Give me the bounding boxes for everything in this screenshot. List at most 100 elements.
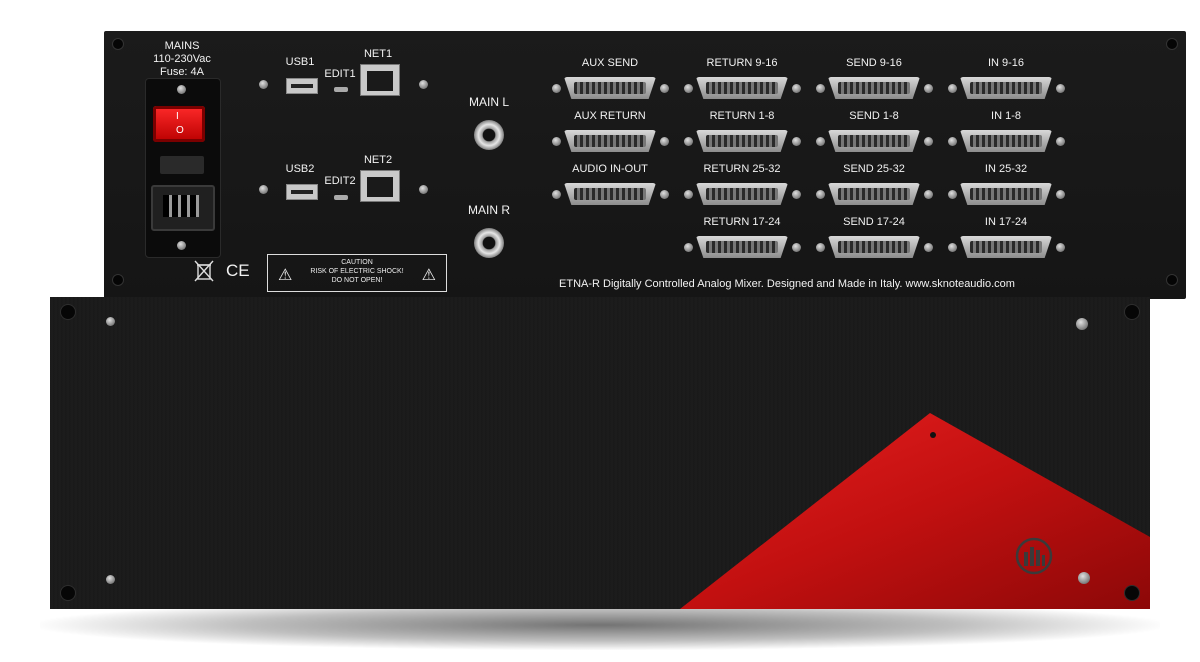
connector-label: IN 9-16	[987, 57, 1025, 69]
connector-label: SEND 9-16	[846, 57, 902, 69]
screw	[948, 84, 957, 93]
dsub-connector	[828, 236, 920, 258]
screw	[660, 190, 669, 199]
connector-label: AUX SEND	[581, 57, 639, 69]
power-switch[interactable]: I O	[153, 106, 205, 142]
dsub-connector	[696, 183, 788, 205]
main-l-jack	[474, 120, 504, 150]
screw	[419, 185, 428, 194]
edit1-label: EDIT1	[324, 68, 356, 80]
front-rack-hole	[60, 585, 76, 601]
connector-label: RETURN 1-8	[709, 110, 775, 122]
screw	[924, 84, 933, 93]
screw	[816, 243, 825, 252]
net2-label: NET2	[363, 154, 393, 166]
screw	[259, 185, 268, 194]
connector-label: IN 25-32	[984, 163, 1028, 175]
front-rack-hole	[60, 304, 76, 320]
screw	[684, 84, 693, 93]
screw	[1078, 572, 1090, 584]
connector-label: IN 1-8	[991, 110, 1021, 122]
connector-label: SEND 25-32	[843, 163, 905, 175]
rack-hole	[112, 38, 124, 50]
screw	[1076, 318, 1088, 330]
screw	[816, 190, 825, 199]
edit2-label: EDIT2	[324, 175, 356, 187]
dsub-connector	[828, 183, 920, 205]
screw	[552, 190, 561, 199]
front-rack-hole	[1124, 304, 1140, 320]
usb2-label: USB2	[285, 163, 315, 175]
screw	[924, 137, 933, 146]
dsub-connector	[564, 183, 656, 205]
dsub-connector	[696, 77, 788, 99]
sknote-logo-icon	[1014, 536, 1054, 576]
front-panel	[50, 297, 1150, 609]
connector-label: SEND 17-24	[843, 216, 905, 228]
rack-hole	[1166, 38, 1178, 50]
rack-hole	[112, 274, 124, 286]
net1-port	[360, 64, 400, 96]
main-r-label: MAIN R	[468, 203, 510, 217]
screw	[792, 84, 801, 93]
weee-bin-icon	[193, 259, 215, 283]
screw	[660, 84, 669, 93]
screw	[792, 190, 801, 199]
screw	[660, 137, 669, 146]
footer-text: ETNA-R Digitally Controlled Analog Mixer…	[559, 278, 1015, 290]
screw	[552, 137, 561, 146]
screw	[177, 241, 186, 250]
fuse-holder	[160, 156, 204, 174]
connector-label: AUX RETURN	[574, 110, 646, 122]
iec-power-inlet	[151, 185, 215, 231]
dsub-connector	[828, 130, 920, 152]
screw	[792, 243, 801, 252]
dsub-connector	[960, 77, 1052, 99]
screw	[924, 190, 933, 199]
screw	[924, 243, 933, 252]
dsub-connector	[960, 183, 1052, 205]
dsub-connector	[564, 130, 656, 152]
edit1-port	[334, 87, 348, 92]
main-r-jack	[474, 228, 504, 258]
usb1-label: USB1	[285, 56, 315, 68]
screw	[948, 190, 957, 199]
connector-label: SEND 1-8	[849, 110, 899, 122]
main-l-label: MAIN L	[468, 95, 510, 109]
screw	[552, 84, 561, 93]
screw	[1056, 84, 1065, 93]
screw	[259, 80, 268, 89]
dsub-connector	[696, 130, 788, 152]
rack-hole	[1166, 274, 1178, 286]
screw	[684, 190, 693, 199]
screw	[684, 137, 693, 146]
screw	[792, 137, 801, 146]
screw	[948, 137, 957, 146]
caution-label: ⚠ ⚠ CAUTION RISK OF ELECTRIC SHOCK! DO N…	[267, 254, 447, 292]
front-red-accent	[680, 413, 1150, 609]
screw	[1056, 137, 1065, 146]
screw	[106, 575, 115, 584]
screw	[177, 85, 186, 94]
connector-label: RETURN 9-16	[706, 57, 778, 69]
usb1-port	[286, 78, 318, 94]
dsub-connector	[828, 77, 920, 99]
screw	[106, 317, 115, 326]
mains-label: MAINS 110-230Vac Fuse: 4A	[153, 40, 211, 78]
dsub-connector	[564, 77, 656, 99]
screw	[419, 80, 428, 89]
connector-label: IN 17-24	[984, 216, 1028, 228]
dsub-connector	[696, 236, 788, 258]
connector-label: RETURN 17-24	[703, 216, 781, 228]
edit2-port	[334, 195, 348, 200]
dsub-connector	[960, 130, 1052, 152]
connector-label: AUDIO IN-OUT	[572, 163, 648, 175]
net2-port	[360, 170, 400, 202]
dsub-connector	[960, 236, 1052, 258]
usb2-port	[286, 184, 318, 200]
screw	[948, 243, 957, 252]
net1-label: NET1	[363, 48, 393, 60]
connector-label: RETURN 25-32	[703, 163, 781, 175]
front-rack-hole	[1124, 585, 1140, 601]
screw	[1056, 190, 1065, 199]
